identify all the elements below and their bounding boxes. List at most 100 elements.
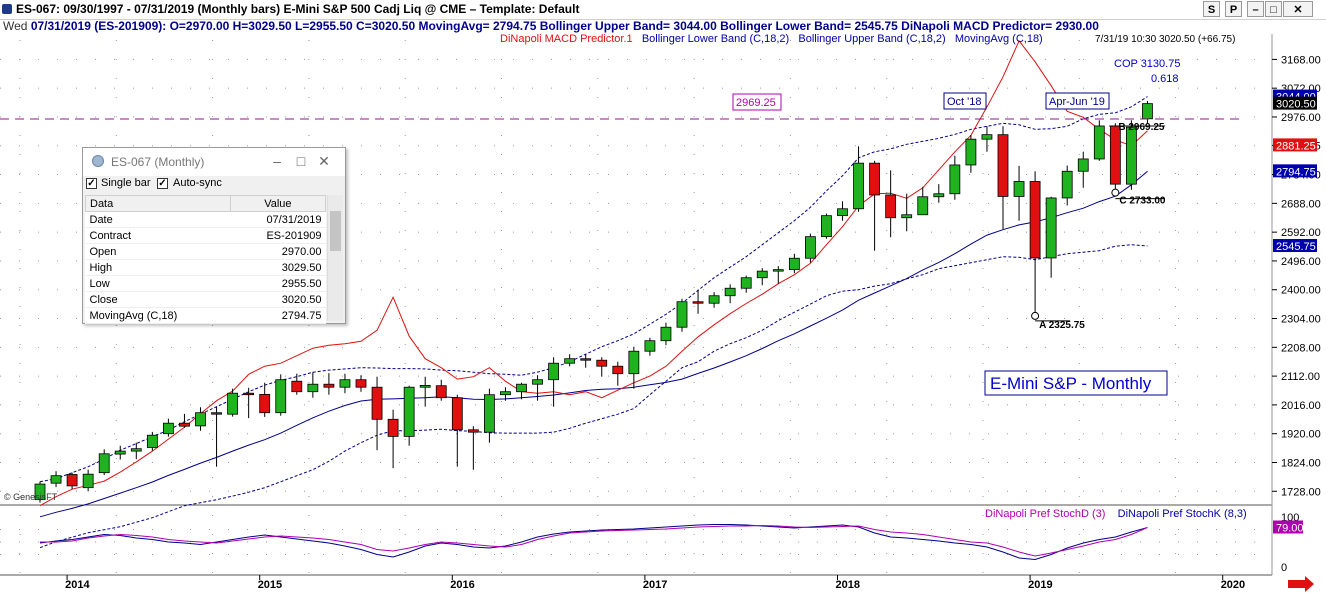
study-legend: DiNapoli MACD Predictor.1 Bollinger Lowe… [500, 33, 1043, 45]
row-label: Low [85, 275, 231, 292]
row-label: High [85, 259, 231, 276]
table-header: Data Value [85, 195, 327, 212]
time-axis-label: 2017 [643, 579, 667, 591]
candle-up [403, 386, 415, 437]
data-window-close-icon[interactable]: ✕ [316, 153, 332, 169]
column-header-data[interactable]: Data [85, 195, 231, 212]
price-tick-label: 2688.00 [1281, 198, 1321, 210]
price-tag-label: 2545.75 [1276, 241, 1316, 253]
candle-down [451, 397, 463, 431]
candle-down [869, 162, 880, 196]
candle-up [628, 350, 640, 375]
data-window-minimize-icon[interactable]: – [269, 153, 285, 169]
time-axis-label: 2015 [258, 579, 282, 591]
data-window-titlebar[interactable]: ES-067 (Monthly) – □ ✕ [83, 148, 345, 176]
data-window-scrollbar[interactable] [327, 195, 343, 321]
candle-up [82, 473, 94, 489]
candle-up [339, 379, 351, 388]
table-row: Contract ES-201909 [85, 227, 326, 244]
candle-up [307, 383, 319, 393]
candle-up [1142, 103, 1153, 120]
price-tick-label: 2592.00 [1281, 227, 1321, 239]
pivot-b-label: B 2969.25 [1118, 122, 1165, 133]
candle-down [692, 301, 704, 304]
scroll-right-arrow-icon[interactable] [1288, 576, 1314, 592]
price-tick-label: 2208.00 [1281, 342, 1321, 354]
candle-up [1045, 197, 1057, 259]
maximize-button[interactable]: □ [1265, 1, 1282, 17]
aprjun-box-label: Apr-Jun '19 [1049, 96, 1105, 108]
price-tick-label: 2112.00 [1281, 371, 1320, 383]
auto-sync-checkbox[interactable]: ✓ [157, 178, 168, 189]
row-value: 3020.50 [230, 291, 326, 308]
candle-up [933, 193, 945, 198]
auto-sync-label[interactable]: Auto-sync [173, 177, 222, 189]
candle-up [1093, 125, 1105, 160]
row-label: Date [85, 211, 231, 228]
row-label: Close [85, 291, 231, 308]
candle-up [227, 392, 239, 415]
candle-up [275, 379, 287, 414]
legend-macd[interactable]: DiNapoli MACD Predictor.1 [500, 33, 633, 45]
oct-box-label: Oct '18 [947, 96, 982, 108]
p-button[interactable]: P [1225, 1, 1242, 17]
table-row: Low 2955.50 [85, 275, 326, 292]
candle-down [1109, 125, 1121, 185]
s-button[interactable]: S [1203, 1, 1220, 17]
legend-lower-band[interactable]: Bollinger Lower Band (C,18,2) [642, 33, 789, 45]
data-window[interactable]: ES-067 (Monthly) – □ ✕ ✓ Single bar ✓ Au… [82, 147, 346, 324]
cop-label: COP 3130.75 [1114, 58, 1180, 70]
candle-up [1077, 158, 1089, 172]
candle-up [756, 270, 768, 279]
candle-down [355, 379, 367, 388]
time-axis-label: 2018 [836, 579, 860, 591]
close-button[interactable]: ✕ [1283, 1, 1313, 17]
single-bar-checkbox[interactable]: ✓ [86, 178, 97, 189]
pivot-c-label: C 2733.00 [1119, 196, 1166, 207]
row-label: Contract [85, 227, 231, 244]
candle-up [708, 295, 720, 304]
legend-moving-avg[interactable]: MovingAvg (C,18) [955, 33, 1043, 45]
price-tick-label: 1824.00 [1281, 457, 1321, 469]
candle-up [50, 475, 62, 484]
table-row: Open 2970.00 [85, 243, 326, 260]
candle-up [772, 269, 784, 272]
data-window-options: ✓ Single bar ✓ Auto-sync [83, 176, 345, 193]
table-row: MovingAvg (C,18) 2794.75 [85, 307, 326, 324]
candle-up [419, 385, 431, 388]
candle-up [901, 214, 913, 219]
candle-up [195, 412, 206, 427]
candle-down [997, 134, 1009, 197]
legend-upper-band[interactable]: Bollinger Upper Band (C,18,2) [798, 33, 945, 45]
candle-up [805, 236, 816, 259]
legend-stoch-d[interactable]: DiNapoli Pref StochD (3) [985, 508, 1105, 520]
candle-up [532, 379, 543, 385]
price-axis: 3168.003072.002976.002881.252784.002688.… [1272, 54, 1321, 574]
price-tag-label: 3020.50 [1276, 99, 1316, 111]
pivot-a-marker [1031, 311, 1040, 320]
scrollbar-thumb[interactable] [330, 211, 341, 251]
price-tick-label: 2976.00 [1281, 112, 1321, 124]
row-value: 2955.50 [230, 275, 326, 292]
time-axis-label: 2016 [450, 579, 474, 591]
candle-up [981, 134, 993, 140]
pivot-a-label: A 2325.75 [1039, 320, 1085, 331]
time-axis-label: 2020 [1221, 579, 1245, 591]
row-value: 3029.50 [230, 259, 326, 276]
minimize-button[interactable]: – [1247, 1, 1264, 17]
candle-down [259, 394, 271, 414]
candle-up [740, 277, 752, 289]
candle-up [1061, 170, 1073, 199]
candle-up [821, 215, 832, 238]
single-bar-label[interactable]: Single bar [101, 177, 151, 189]
candle-up [1013, 181, 1025, 197]
time-axis-label: 2014 [65, 579, 90, 591]
price-tick-label: 1728.00 [1281, 486, 1321, 498]
column-header-value[interactable]: Value [229, 195, 327, 212]
legend-stoch-k[interactable]: DiNapoli Pref StochK (8,3) [1118, 508, 1247, 520]
candle-up [146, 434, 158, 448]
price-tick-label: 1920.00 [1281, 429, 1321, 441]
price-tick-label: 2304.00 [1281, 314, 1321, 326]
candle-up [114, 450, 126, 455]
data-window-maximize-icon[interactable]: □ [293, 153, 309, 169]
